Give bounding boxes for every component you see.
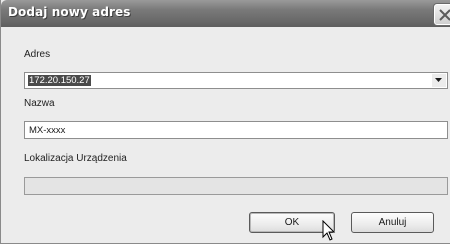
name-value: MX-xxxx <box>29 125 66 136</box>
title-bar[interactable]: Dodaj nowy adres <box>1 0 450 27</box>
location-field <box>24 177 448 195</box>
close-icon <box>439 9 450 21</box>
address-dropdown-button[interactable] <box>432 74 446 87</box>
cancel-button[interactable]: Anuluj <box>351 212 434 233</box>
add-address-dialog: Dodaj nowy adres Adres 172.20.150.27 Naz… <box>0 0 450 244</box>
address-label: Adres <box>24 49 51 60</box>
chevron-down-icon <box>435 78 442 82</box>
location-label: Lokalizacja Urządzenia <box>24 153 127 164</box>
name-field[interactable]: MX-xxxx <box>24 121 448 139</box>
mouse-pointer-icon <box>322 220 336 241</box>
address-value[interactable]: 172.20.150.27 <box>28 75 91 86</box>
address-combobox[interactable]: 172.20.150.27 <box>24 72 448 89</box>
name-label: Nazwa <box>24 98 55 109</box>
close-button[interactable] <box>434 4 450 25</box>
dialog-title: Dodaj nowy adres <box>8 5 131 19</box>
